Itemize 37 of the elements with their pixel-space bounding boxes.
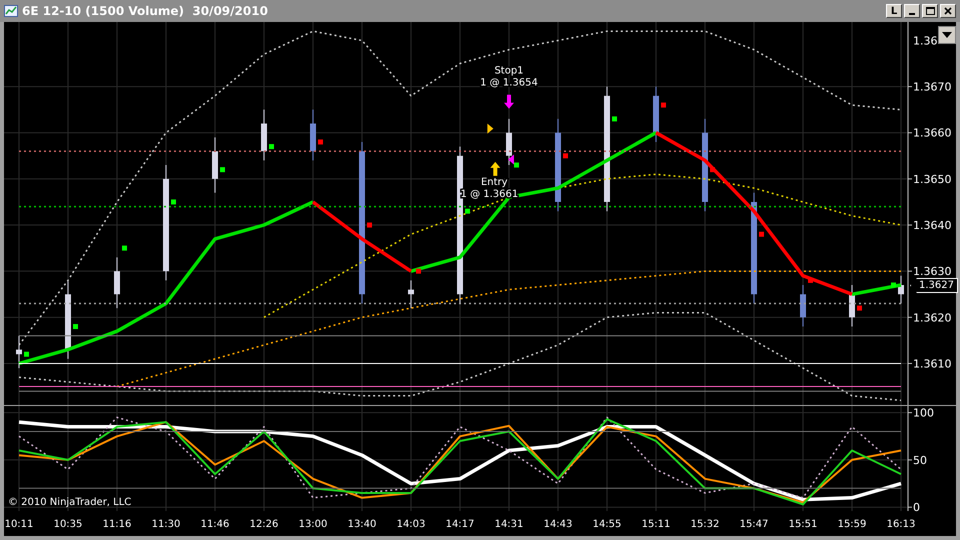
x-axis-label: 11:30 — [152, 519, 180, 530]
y-axis-label: 1.3620 — [913, 311, 952, 324]
y-axis-label: 1.3610 — [913, 357, 952, 370]
y-axis-label: 1.3640 — [913, 219, 952, 232]
x-axis-label: 14:31 — [494, 519, 524, 530]
price-marker: 1.3627 — [910, 278, 958, 294]
y-axis-label: 1.3650 — [913, 172, 952, 186]
x-axis-label: 15:47 — [740, 519, 768, 530]
x-axis-label: 14:55 — [592, 519, 622, 530]
order-label: Stop1 — [494, 66, 524, 77]
x-axis-label: 16:13 — [886, 519, 916, 530]
x-axis-label: 14:43 — [544, 519, 572, 530]
y-axis-label: 100 — [913, 406, 934, 420]
x-axis-label: 14:03 — [396, 519, 426, 530]
layout-button[interactable]: L — [886, 4, 902, 18]
x-axis-label: 13:00 — [298, 519, 328, 530]
y-axis-label: 50 — [913, 454, 927, 467]
x-axis-label: 11:16 — [102, 519, 132, 530]
x-axis-label: 15:32 — [690, 519, 720, 530]
x-axis-label: 14:17 — [446, 519, 474, 530]
y-axis-label: 1.3670 — [913, 80, 952, 94]
x-axis-label: 10:35 — [54, 519, 82, 530]
x-axis-label: 15:51 — [788, 519, 818, 530]
x-axis-label: 13:40 — [348, 519, 376, 530]
y-axis-label: 1.3660 — [913, 126, 952, 140]
y-axis-label: 0 — [913, 501, 920, 514]
y-axis-label: 1.36 — [913, 34, 938, 48]
x-axis-label: 11:46 — [200, 519, 230, 530]
window-title: 6E 12-10 (1500 Volume) 30/09/2010 — [22, 4, 269, 18]
x-axis-label: 12:26 — [250, 519, 278, 530]
x-axis-label: 15:59 — [838, 519, 866, 530]
y-axis-label: 1.3630 — [913, 265, 952, 278]
x-axis-label: 10:11 — [4, 519, 34, 530]
order-label: Entry — [481, 176, 508, 188]
copyright-text: © 2010 NinjaTrader, LLC — [8, 497, 132, 508]
x-axis-label: 15:11 — [642, 519, 670, 530]
order-label: 1 @ 1.3654 — [480, 78, 538, 89]
